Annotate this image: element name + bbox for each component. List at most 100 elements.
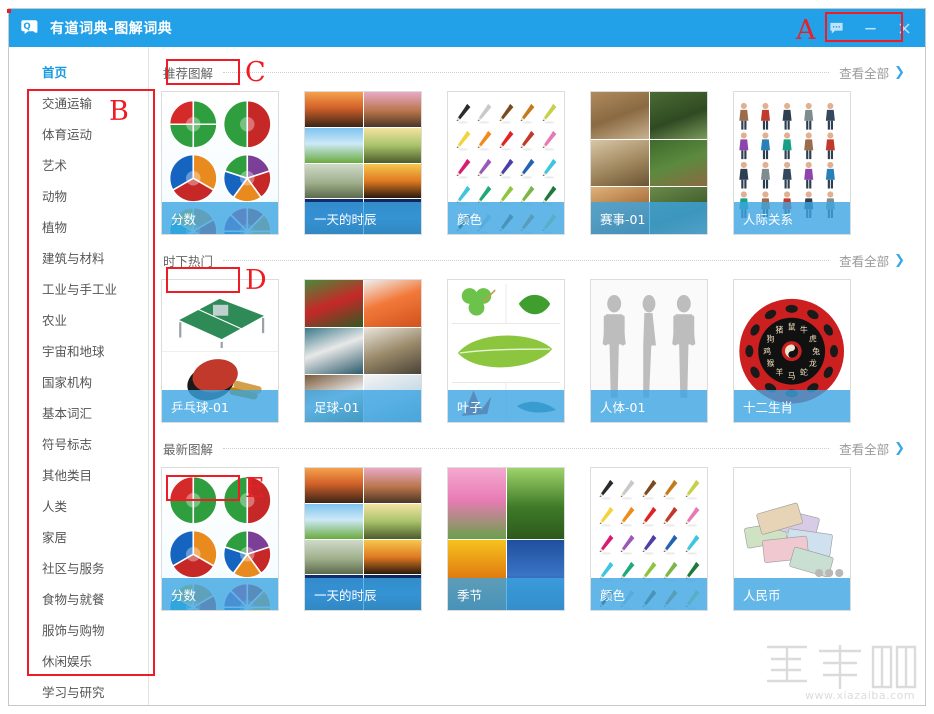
sidebar-item-5[interactable]: 植物: [9, 212, 148, 243]
card-caption: 一天的时辰: [305, 202, 421, 234]
sidebar-item-label: 国家机构: [42, 375, 93, 390]
svg-text:龙: 龙: [809, 358, 817, 368]
sidebar-item-label: 休闲娱乐: [42, 654, 93, 669]
sidebar-item-label: 其他类目: [42, 468, 93, 483]
sidebar-item-label: 植物: [42, 220, 68, 235]
sidebar-item-label: 工业与手工业: [42, 282, 118, 297]
card-caption: 人民币: [734, 578, 850, 610]
illustration-card[interactable]: 分数: [161, 91, 279, 235]
sidebar-item-17[interactable]: 食物与就餐: [9, 584, 148, 615]
sidebar-item-15[interactable]: 家居: [9, 522, 148, 553]
card-caption: 叶子: [448, 390, 564, 422]
content-area: 推荐图解 查看全部 ❯ 分数 一天的时辰 颜色 赛事-01 人际关系 时下热门 …: [149, 47, 925, 705]
sidebar-item-19[interactable]: 休闲娱乐: [9, 646, 148, 677]
card-caption: 分数: [162, 578, 278, 610]
section-header-0: 推荐图解 查看全部 ❯: [161, 59, 907, 85]
card-caption: 足球-01: [305, 390, 421, 422]
section-2: 最新图解 查看全部 ❯ 分数 一天的时辰 季节 颜色 人民币: [161, 435, 907, 611]
svg-text:鼠: 鼠: [788, 322, 796, 331]
svg-text:虎: 虎: [809, 334, 817, 344]
sidebar-item-6[interactable]: 建筑与材料: [9, 243, 148, 274]
section-0: 推荐图解 查看全部 ❯ 分数 一天的时辰 颜色 赛事-01 人际关系: [161, 59, 907, 235]
sidebar: 首页交通运输体育运动艺术动物植物建筑与材料工业与手工业 农业宇宙和地球国家机构基本…: [9, 47, 149, 705]
section-title-2: 最新图解: [163, 441, 214, 457]
illustration-card[interactable]: 季节: [447, 467, 565, 611]
sidebar-item-label: 人类: [42, 499, 68, 514]
section-divider-2: [223, 447, 830, 449]
view-all-link-0[interactable]: 查看全部 ❯: [839, 63, 905, 82]
sidebar-item-10[interactable]: 国家机构: [9, 367, 148, 398]
view-all-link-1[interactable]: 查看全部 ❯: [839, 251, 905, 270]
sidebar-item-18[interactable]: 服饰与购物: [9, 615, 148, 646]
illustration-card[interactable]: 人际关系: [733, 91, 851, 235]
minimize-button[interactable]: [853, 14, 887, 42]
svg-text:狗: 狗: [767, 334, 775, 344]
illustration-card[interactable]: 鼠牛虎兔龙蛇马羊猴鸡狗猪 十二生肖: [733, 279, 851, 423]
close-button[interactable]: [887, 14, 921, 42]
svg-text:Q: Q: [23, 22, 30, 32]
view-all-label: 查看全部: [839, 253, 890, 269]
illustration-card[interactable]: 一天的时辰: [304, 91, 422, 235]
card-caption: 人际关系: [734, 202, 850, 234]
card-caption: 赛事-01: [591, 202, 707, 234]
sidebar-item-2[interactable]: 体育运动: [9, 119, 148, 150]
sidebar-item-label: 符号标志: [42, 437, 93, 452]
view-all-link-2[interactable]: 查看全部 ❯: [839, 439, 905, 458]
section-title-1: 时下热门: [163, 253, 214, 269]
card-list-2: 分数 一天的时辰 季节 颜色 人民币: [161, 467, 907, 611]
sidebar-item-label: 农业: [42, 313, 68, 328]
section-title-0: 推荐图解: [163, 65, 214, 81]
svg-text:马: 马: [788, 371, 796, 380]
illustration-card[interactable]: 人民币: [733, 467, 851, 611]
illustration-card[interactable]: 颜色: [590, 467, 708, 611]
application-window: Q 有道词典-图解词典 首页 交通运输 体育运动 艺术 动物 植物 建筑与材料 …: [7, 8, 926, 706]
sidebar-item-label: 艺术: [42, 158, 68, 173]
window-controls: [819, 9, 921, 47]
illustration-card[interactable]: 赛事-01: [590, 91, 708, 235]
section-header-1: 时下热门 查看全部 ❯: [161, 247, 907, 273]
sidebar-item-1[interactable]: 交通运输: [9, 88, 148, 119]
view-all-label: 查看全部: [839, 441, 890, 457]
svg-text:猪: 猪: [776, 325, 784, 335]
sidebar-item-12[interactable]: 符号标志: [9, 429, 148, 460]
window-body: 首页交通运输体育运动艺术动物植物建筑与材料工业与手工业 农业宇宙和地球国家机构基本…: [7, 9, 925, 705]
illustration-card[interactable]: 分数: [161, 467, 279, 611]
card-caption: 分数: [162, 202, 278, 234]
sidebar-item-14[interactable]: 人类: [9, 491, 148, 522]
view-all-label: 查看全部: [839, 65, 890, 81]
sidebar-item-13[interactable]: 其他类目: [9, 460, 148, 491]
sidebar-item-label: 学习与研究: [42, 685, 105, 700]
svg-text:兔: 兔: [813, 346, 821, 356]
sidebar-item-9[interactable]: 宇宙和地球: [9, 336, 148, 367]
chevron-right-icon: ❯: [894, 64, 905, 80]
message-bubble-icon: [829, 22, 843, 34]
sidebar-item-8[interactable]: 农业: [9, 305, 148, 336]
illustration-card[interactable]: 颜色: [447, 91, 565, 235]
sidebar-item-11[interactable]: 基本词汇: [9, 398, 148, 429]
sidebar-item-20[interactable]: 学习与研究: [9, 677, 148, 705]
illustration-card[interactable]: 乒乓球-01: [161, 279, 279, 423]
card-list-0: 分数 一天的时辰 颜色 赛事-01 人际关系: [161, 91, 907, 235]
sidebar-item-label: 服饰与购物: [42, 623, 105, 638]
illustration-card[interactable]: 一天的时辰: [304, 467, 422, 611]
close-icon: [898, 22, 910, 34]
svg-text:猴: 猴: [767, 359, 775, 368]
card-caption: 颜色: [591, 578, 707, 610]
feedback-button[interactable]: [819, 14, 853, 42]
chevron-right-icon: ❯: [894, 440, 905, 456]
sidebar-item-label: 首页: [42, 65, 68, 80]
illustration-card[interactable]: 叶子: [447, 279, 565, 423]
sidebar-item-0[interactable]: 首页: [9, 57, 148, 88]
card-caption: 人体-01: [591, 390, 707, 422]
card-caption: 季节: [448, 578, 564, 610]
card-list-1: 乒乓球-01 足球-01 叶子 人体-01 鼠 牛 虎 兔 龙 蛇 马 羊 猴 …: [161, 279, 907, 423]
sidebar-item-3[interactable]: 艺术: [9, 150, 148, 181]
sidebar-item-label: 体育运动: [42, 127, 93, 142]
sidebar-item-label: 建筑与材料: [42, 251, 105, 266]
illustration-card[interactable]: 足球-01: [304, 279, 422, 423]
card-caption: 十二生肖: [734, 390, 850, 422]
sidebar-item-16[interactable]: 社区与服务: [9, 553, 148, 584]
sidebar-item-7[interactable]: 工业与手工业: [9, 274, 148, 305]
illustration-card[interactable]: 人体-01: [590, 279, 708, 423]
sidebar-item-4[interactable]: 动物: [9, 181, 148, 212]
